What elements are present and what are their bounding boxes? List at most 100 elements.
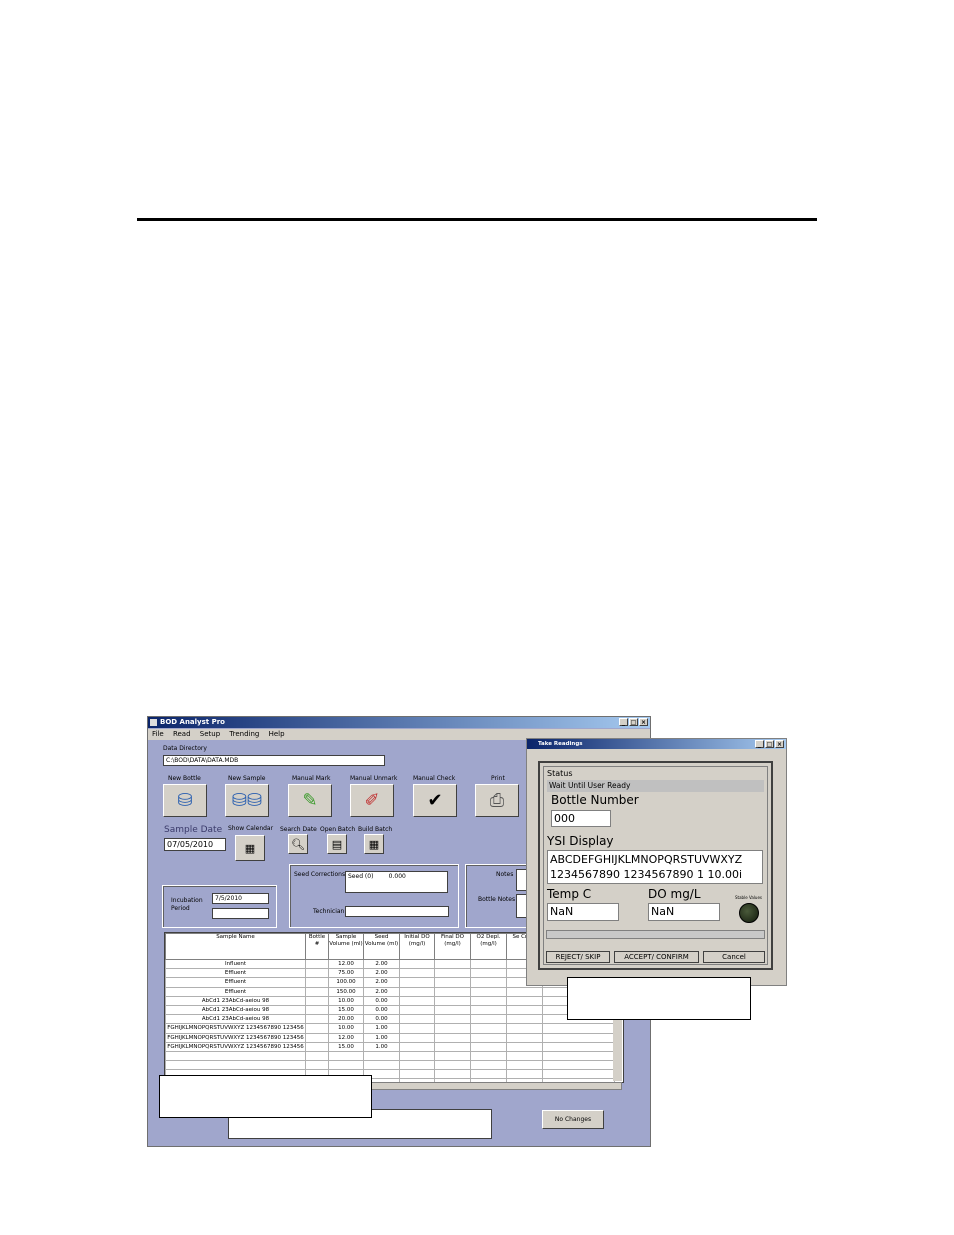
table-row[interactable]: Effluent 150.00 2.00 — [165, 986, 615, 997]
table-cell[interactable] — [542, 1041, 615, 1052]
table-cell[interactable] — [399, 1041, 435, 1052]
manual-check-button[interactable]: ✔ — [413, 784, 457, 817]
dialog-maximize-button[interactable]: □ — [765, 740, 774, 748]
col-sample-volume[interactable]: Sample Volume (ml) — [328, 933, 364, 960]
table-cell[interactable]: FGHIJKLMNOPQRSTUVWXYZ 1234567890 123456 — [165, 1023, 306, 1034]
table-cell[interactable] — [434, 1069, 471, 1080]
table-cell[interactable]: 100.00 — [328, 977, 364, 988]
table-cell[interactable]: 2.00 — [363, 977, 400, 988]
table-cell[interactable] — [434, 986, 471, 997]
table-cell[interactable] — [470, 986, 507, 997]
table-cell[interactable] — [434, 1050, 471, 1062]
table-cell[interactable] — [399, 968, 435, 979]
table-cell[interactable] — [305, 1004, 329, 1016]
table-cell[interactable] — [434, 1060, 471, 1071]
table-row[interactable] — [165, 1050, 615, 1062]
build-batch-button[interactable]: ▦ — [364, 834, 384, 854]
table-cell[interactable]: 0.00 — [363, 1004, 400, 1016]
search-date-button[interactable]: 🔍︎ — [288, 834, 308, 854]
table-cell[interactable]: 1.00 — [363, 1023, 400, 1034]
col-seed-volume[interactable]: Seed Volume (ml) — [363, 933, 400, 960]
table-cell[interactable] — [305, 1032, 329, 1043]
manual-unmark-button[interactable]: ✐ — [350, 784, 394, 817]
table-cell[interactable] — [470, 1014, 507, 1025]
table-cell[interactable]: AbCd1 23AbCd-aeiou 98 — [165, 1004, 306, 1016]
table-cell[interactable]: 10.00 — [328, 1023, 364, 1034]
table-cell[interactable] — [506, 1041, 543, 1052]
table-cell[interactable] — [470, 1060, 507, 1071]
table-cell[interactable] — [399, 986, 435, 997]
table-cell[interactable] — [506, 986, 543, 997]
table-cell[interactable] — [506, 1060, 543, 1071]
data-directory-field[interactable]: C:\BOD\DATA\DATA.MDB — [163, 755, 385, 766]
table-cell[interactable] — [305, 977, 329, 988]
table-cell[interactable] — [305, 995, 329, 1006]
table-row[interactable]: FGHIJKLMNOPQRSTUVWXYZ 1234567890 123456 1… — [165, 1023, 615, 1034]
new-bottle-button[interactable]: ⛁ — [163, 784, 207, 817]
table-cell[interactable] — [305, 968, 329, 979]
table-cell[interactable]: 12.00 — [328, 1032, 364, 1043]
table-cell[interactable] — [305, 1050, 329, 1062]
table-cell[interactable] — [399, 1069, 435, 1080]
menu-read[interactable]: Read — [173, 730, 191, 738]
table-cell[interactable] — [434, 1032, 471, 1043]
table-cell[interactable] — [470, 1050, 507, 1062]
maximize-button[interactable]: □ — [629, 718, 638, 726]
dialog-minimize-button[interactable]: _ — [755, 740, 764, 748]
incubation-date-field[interactable]: 7/5/2010 — [212, 893, 269, 904]
table-row[interactable]: FGHIJKLMNOPQRSTUVWXYZ 1234567890 123456 1… — [165, 1032, 615, 1043]
show-calendar-button[interactable]: ▦ — [235, 835, 265, 861]
table-cell[interactable] — [363, 1060, 400, 1071]
table-cell[interactable] — [399, 1004, 435, 1016]
col-initial-do[interactable]: Initial DO (mg/l) — [399, 933, 435, 960]
table-cell[interactable]: 2.00 — [363, 986, 400, 997]
table-cell[interactable]: 1.00 — [363, 1032, 400, 1043]
table-row[interactable]: AbCd1 23AbCd-aeiou 98 10.00 0.00 — [165, 995, 615, 1006]
dialog-close-button[interactable]: × — [775, 740, 784, 748]
close-button[interactable]: × — [639, 718, 648, 726]
table-cell[interactable] — [434, 958, 471, 970]
table-cell[interactable] — [399, 977, 435, 988]
table-cell[interactable] — [434, 1014, 471, 1025]
table-cell[interactable] — [399, 1050, 435, 1062]
no-changes-button[interactable]: No Changes — [542, 1110, 604, 1129]
table-cell[interactable] — [165, 1060, 306, 1071]
table-cell[interactable]: FGHIJKLMNOPQRSTUVWXYZ 1234567890 123456 — [165, 1041, 306, 1052]
table-row[interactable] — [165, 1060, 615, 1071]
table-cell[interactable] — [399, 958, 435, 970]
table-cell[interactable]: 0.00 — [363, 1014, 400, 1025]
table-cell[interactable] — [399, 1032, 435, 1043]
table-cell[interactable] — [470, 1069, 507, 1080]
table-cell[interactable] — [399, 1023, 435, 1034]
table-cell[interactable] — [305, 986, 329, 997]
table-cell[interactable] — [506, 1023, 543, 1034]
table-cell[interactable]: Effluent — [165, 977, 306, 988]
table-cell[interactable] — [470, 1023, 507, 1034]
table-cell[interactable] — [470, 968, 507, 979]
table-cell[interactable]: 75.00 — [328, 968, 364, 979]
table-cell[interactable] — [305, 1014, 329, 1025]
table-cell[interactable]: Effluent — [165, 968, 306, 979]
table-cell[interactable] — [470, 958, 507, 970]
table-cell[interactable] — [399, 995, 435, 1006]
col-final-do[interactable]: Final DO (mg/l) — [434, 933, 471, 960]
table-cell[interactable] — [305, 1060, 329, 1071]
table-cell[interactable] — [363, 1050, 400, 1062]
table-row[interactable]: FGHIJKLMNOPQRSTUVWXYZ 1234567890 123456 1… — [165, 1041, 615, 1052]
col-o2-depl[interactable]: O2 Depl. (mg/l) — [470, 933, 507, 960]
seed-corrections-list[interactable]: Seed (0) 0.000 — [345, 871, 448, 893]
table-cell[interactable] — [506, 995, 543, 1006]
table-cell[interactable]: 10.00 — [328, 995, 364, 1006]
sample-date-field[interactable]: 07/05/2010 — [164, 838, 226, 851]
table-cell[interactable] — [470, 1041, 507, 1052]
table-cell[interactable] — [434, 1023, 471, 1034]
new-sample-button[interactable]: ⛁⛁ — [225, 784, 269, 817]
table-cell[interactable] — [470, 1004, 507, 1016]
table-cell[interactable] — [506, 1069, 543, 1080]
technician-field[interactable] — [345, 906, 449, 917]
table-cell[interactable]: 20.00 — [328, 1014, 364, 1025]
table-cell[interactable] — [328, 1060, 364, 1071]
manual-mark-button[interactable]: ✎ — [288, 784, 332, 817]
table-cell[interactable] — [542, 1032, 615, 1043]
col-bottle[interactable]: Bottle # — [305, 933, 329, 960]
